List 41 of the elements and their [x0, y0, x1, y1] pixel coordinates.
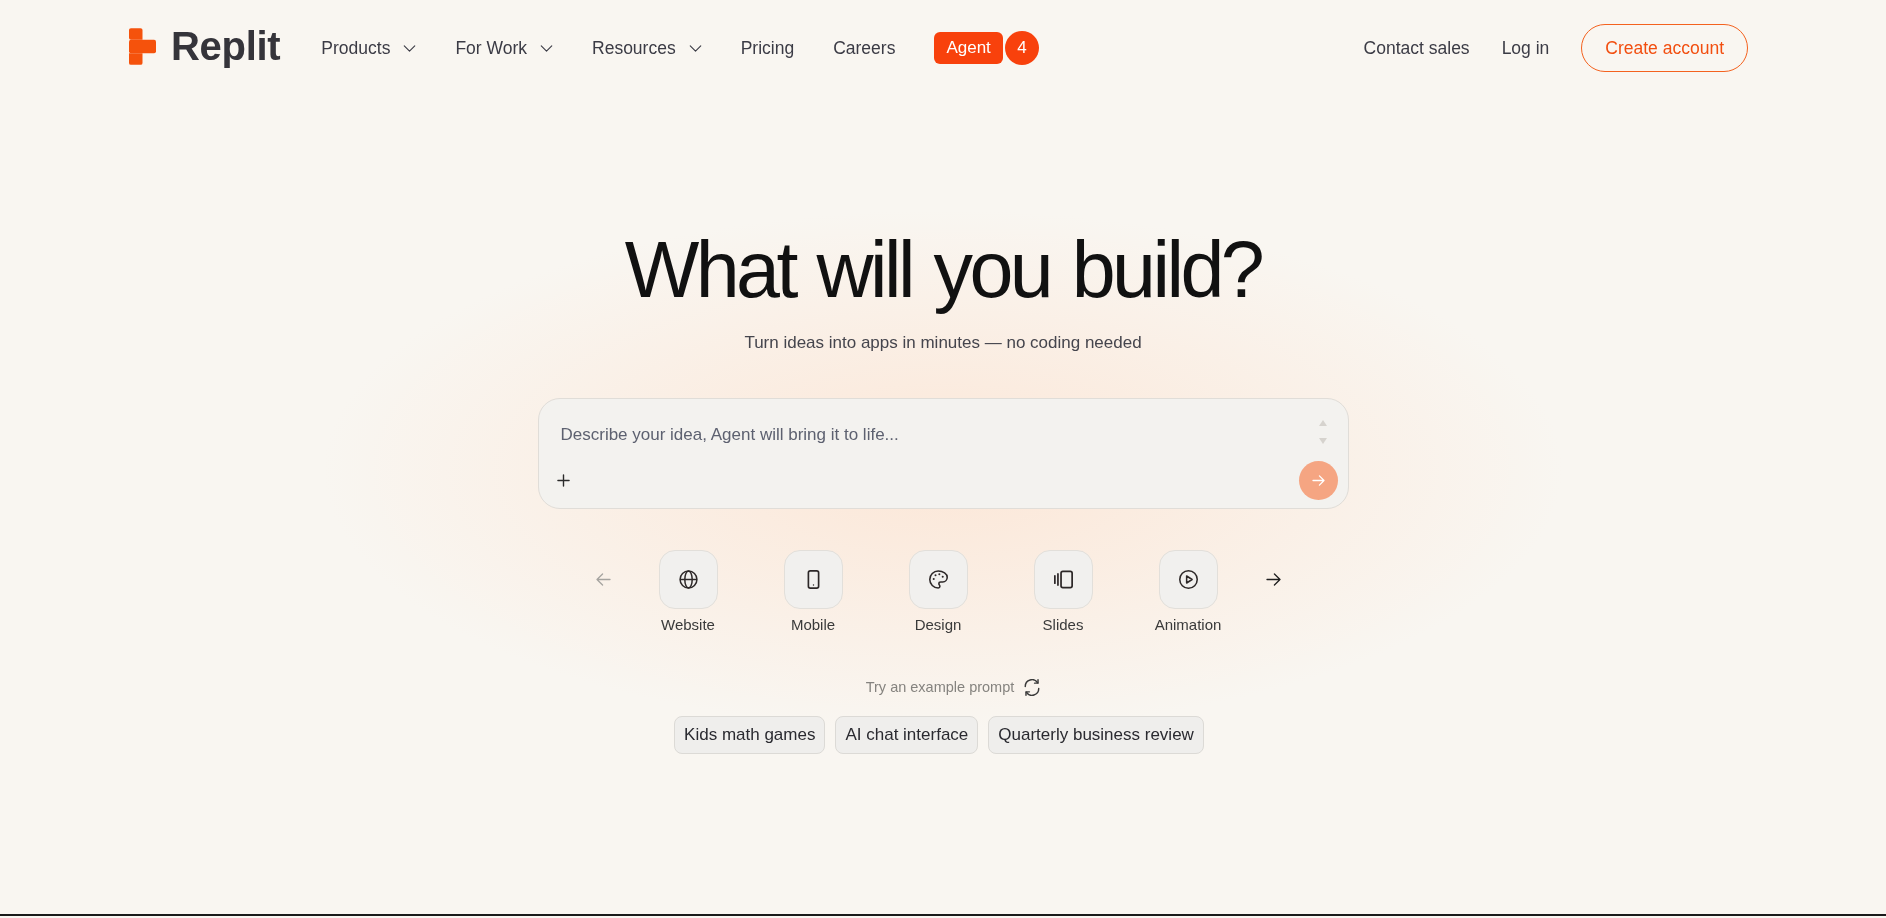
prompt-input[interactable]: Describe your idea, Agent will bring it to life...: [560, 413, 1318, 462]
arrow-left-icon: [595, 572, 611, 586]
example-chip[interactable]: Quarterly business review: [988, 716, 1204, 755]
category-button[interactable]: [908, 550, 968, 610]
category-label: Animation: [1154, 615, 1222, 636]
category-label: Design: [914, 615, 962, 636]
category-button[interactable]: [1033, 550, 1093, 610]
hero-title: What will you build?: [624, 229, 1262, 312]
header-link[interactable]: Log in: [1501, 36, 1550, 60]
logo-link[interactable]: Replit: [129, 26, 281, 66]
example-chip[interactable]: AI chat interface: [835, 716, 979, 755]
hero-subtitle: Turn ideas into apps in minutes — no coding needed: [744, 332, 1142, 355]
hint-text: Try an example prompt: [865, 678, 1015, 698]
plus-icon: [557, 474, 570, 488]
logo-icon: [129, 27, 156, 65]
example-chip[interactable]: Kids math games: [674, 716, 826, 755]
refresh-icon[interactable]: [1024, 678, 1041, 696]
chevron-down-icon: [688, 44, 702, 52]
agent-link[interactable]: Agent: [934, 32, 1003, 64]
category-label: Website: [661, 615, 715, 636]
prompt-field[interactable]: Describe your idea, Agent will bring it to life...: [537, 398, 1349, 510]
nav-link[interactable]: Careers: [833, 36, 896, 60]
arrow-right-icon: [1311, 475, 1325, 487]
slides-icon: [1053, 570, 1073, 590]
nav-link[interactable]: For Work: [455, 36, 553, 60]
category-label: Slides: [1042, 615, 1084, 636]
scroll-arrows-icon: [1317, 419, 1328, 446]
nav-link[interactable]: Resources: [592, 36, 702, 60]
globe-icon: [678, 570, 698, 590]
nav-link[interactable]: Pricing: [740, 36, 795, 60]
play-icon: [1178, 570, 1198, 590]
category-button[interactable]: [1158, 550, 1218, 610]
chevron-down-icon: [540, 44, 553, 52]
category-button[interactable]: [658, 550, 718, 610]
count-badge: 4: [1004, 31, 1039, 65]
chevron-down-icon: [403, 44, 417, 52]
nav-link[interactable]: Products: [321, 36, 417, 60]
palette-icon: [928, 570, 948, 590]
arrow-right-icon: [1265, 572, 1281, 586]
header-link[interactable]: Contact sales: [1363, 36, 1470, 60]
category-label: Mobile: [790, 615, 836, 636]
